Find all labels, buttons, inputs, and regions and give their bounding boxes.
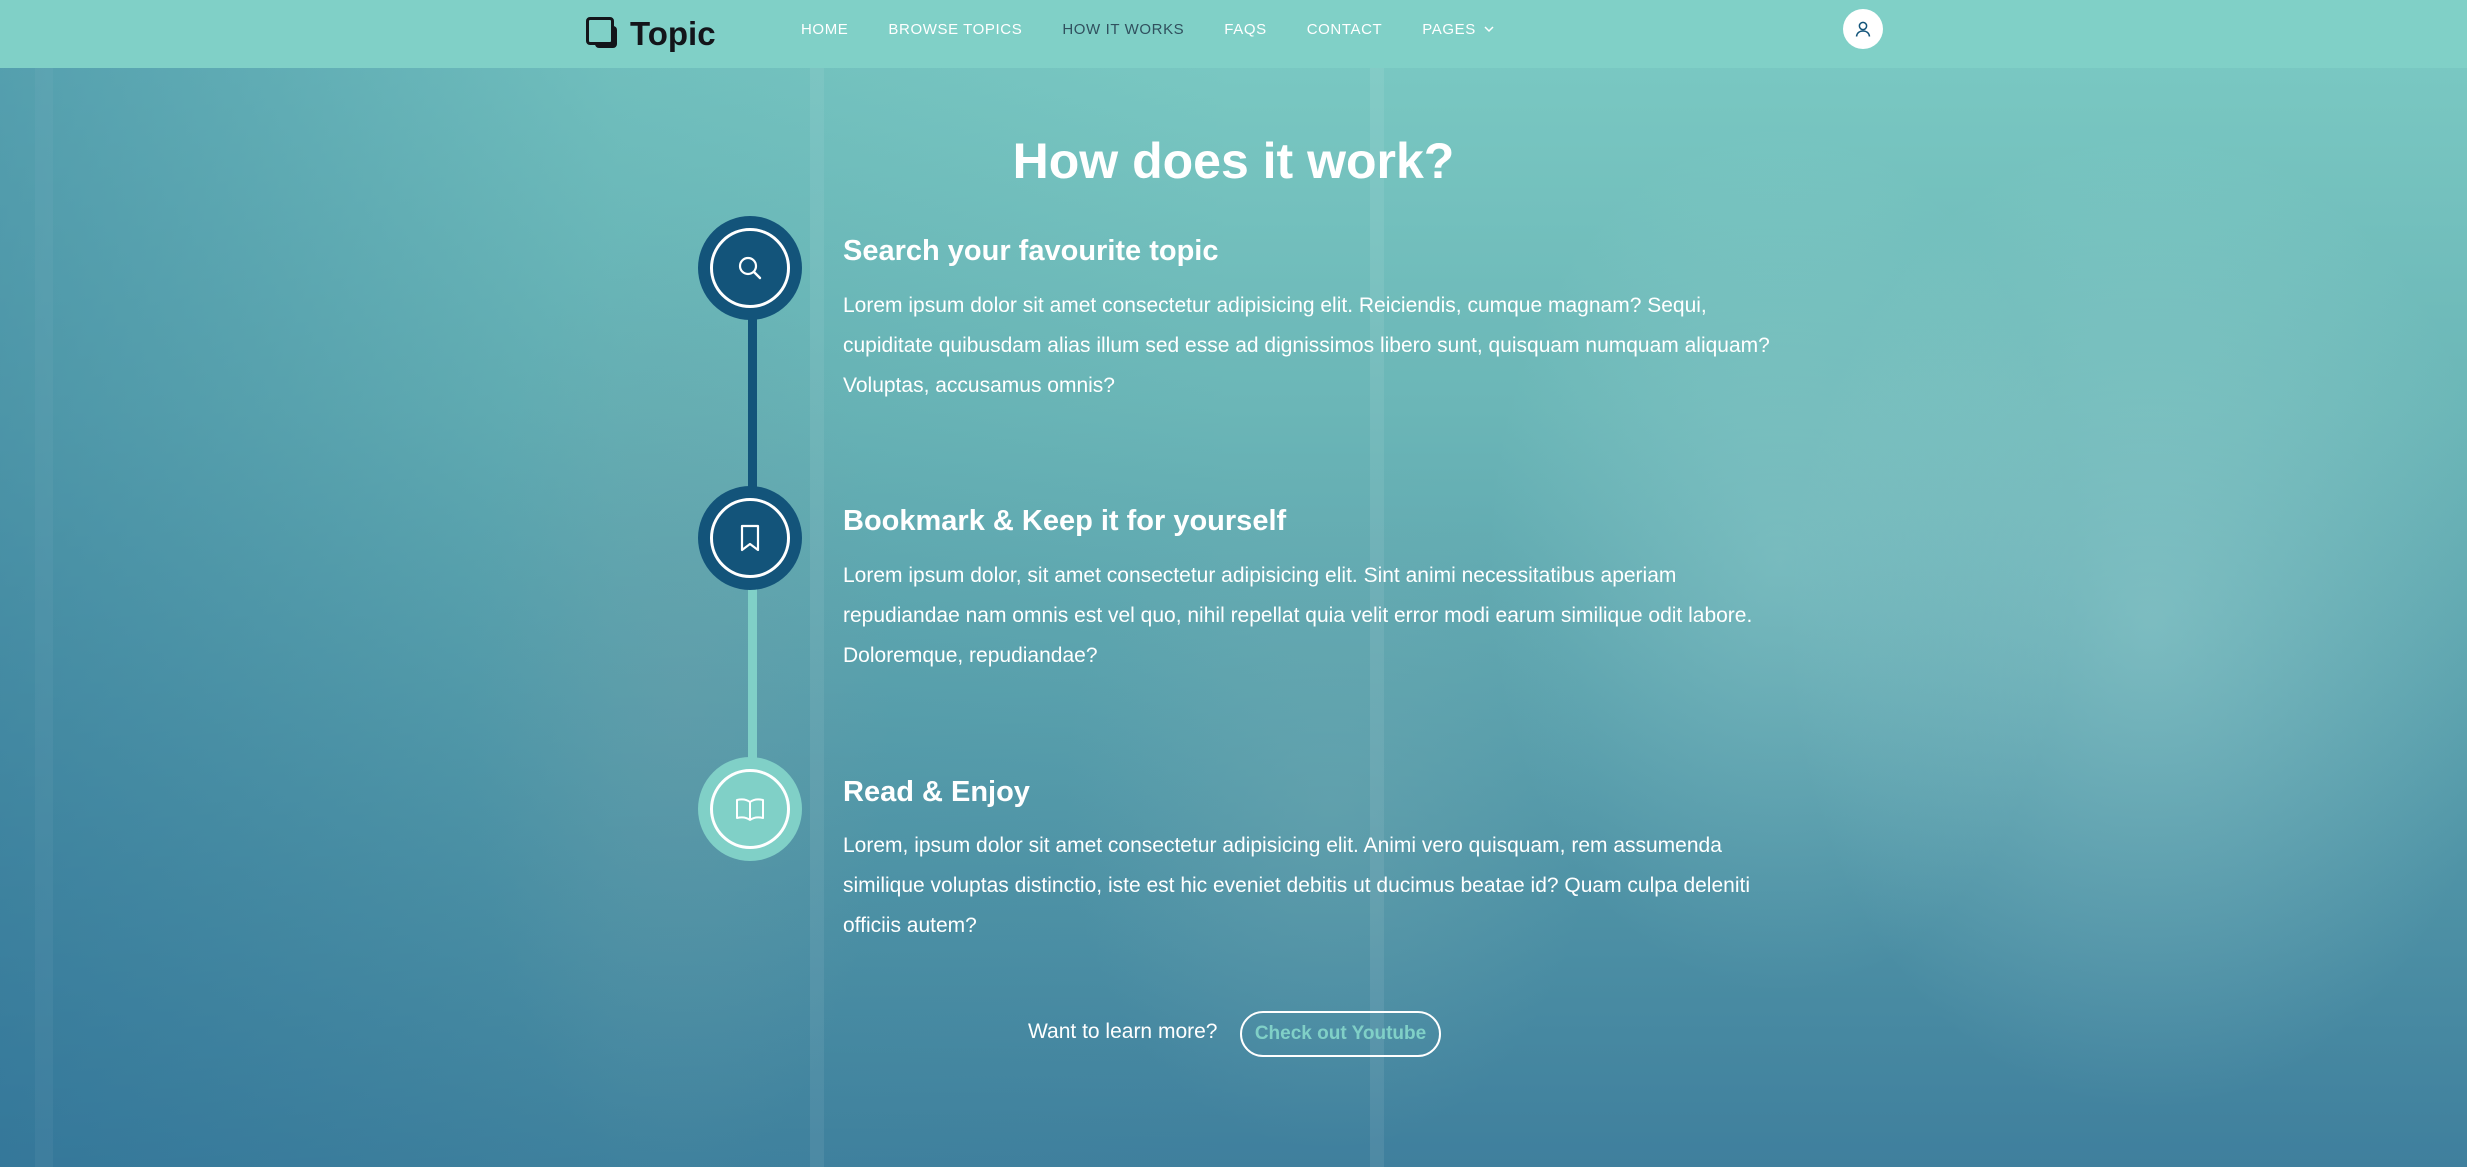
search-icon <box>738 256 762 280</box>
step-1-title: Search your favourite topic <box>843 235 1219 267</box>
step-2-text: Lorem ipsum dolor, sit amet consectetur … <box>843 564 1753 667</box>
step-3-circle <box>698 757 802 861</box>
step-2-title: Bookmark & Keep it for yourself <box>843 505 1287 537</box>
user-account-button[interactable] <box>1843 9 1883 49</box>
youtube-button[interactable]: Check out Youtube <box>1240 1011 1441 1057</box>
nav-link-how-it-works[interactable]: HOW IT WORKS <box>1062 21 1184 38</box>
cta-text: Want to learn more? <box>1028 1020 1218 1043</box>
step-1-circle <box>698 216 802 320</box>
brand-name: Topic <box>630 15 716 52</box>
step-3-text: Lorem, ipsum dolor sit amet consectetur … <box>843 834 1750 937</box>
step-1-text: Lorem ipsum dolor sit amet consectetur a… <box>843 294 1770 397</box>
step-2-circle <box>698 486 802 590</box>
brand-logo-link[interactable]: Topic <box>586 11 716 57</box>
nav-link-home[interactable]: HOME <box>801 21 848 38</box>
user-icon <box>1855 21 1871 37</box>
nav-links: HOME BROWSE TOPICS HOW IT WORKS FAQS CON… <box>801 18 1494 40</box>
bookmark-icon <box>740 524 760 552</box>
nav-link-faqs[interactable]: FAQS <box>1224 21 1266 38</box>
chevron-down-icon <box>1484 26 1494 33</box>
nav-link-contact[interactable]: CONTACT <box>1307 21 1383 38</box>
nav-link-pages-label: PAGES <box>1422 20 1476 38</box>
section-title: How does it work? <box>1012 133 1455 189</box>
book-icon <box>736 798 764 821</box>
step-3-title: Read & Enjoy <box>843 776 1030 808</box>
navbar: Topic HOME BROWSE TOPICS HOW IT WORKS FA… <box>0 0 2467 68</box>
nav-dropdown-pages[interactable]: PAGES <box>1422 21 1494 38</box>
nav-link-browse-topics[interactable]: BROWSE TOPICS <box>888 21 1022 38</box>
brand-logo-icon <box>586 17 620 51</box>
